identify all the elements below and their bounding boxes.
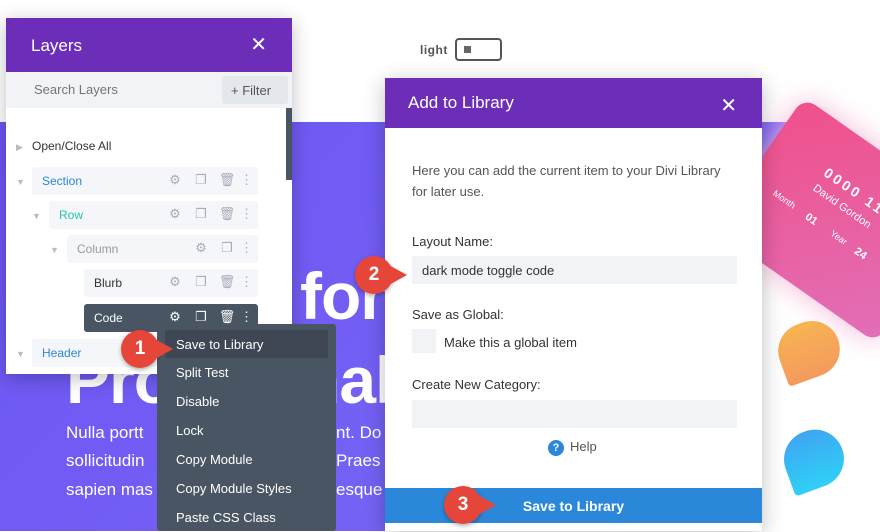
layers-panel: Layers ✕ + Filter ▶ Open/Close All ▼ Sec… — [6, 18, 292, 374]
duplicate-icon[interactable]: ❐ — [188, 172, 214, 188]
decorative-shape — [770, 313, 848, 387]
card-month: 01 — [802, 210, 820, 228]
caret-down-icon[interactable]: ▼ — [50, 245, 59, 255]
hero-text: Praes — [336, 451, 381, 470]
step-badge: 2 — [355, 256, 407, 294]
context-menu: Save to Library Split Test Disable Lock … — [157, 324, 336, 531]
gear-icon[interactable]: ⚙ — [162, 172, 188, 188]
layer-actions: ⚙ ❐ ⋮ — [188, 240, 253, 256]
layer-column[interactable]: Column ⚙ ❐ ⋮ — [67, 235, 258, 263]
duplicate-icon[interactable]: ❐ — [214, 240, 240, 256]
trash-icon[interactable]: 🗑 — [214, 172, 240, 188]
scrollbar[interactable] — [286, 108, 292, 180]
trash-icon[interactable]: 🗑 — [214, 274, 240, 290]
gear-icon[interactable]: ⚙ — [162, 309, 188, 325]
filter-button[interactable]: + Filter — [222, 76, 288, 104]
layer-section[interactable]: Section ⚙ ❐ 🗑 ⋮ — [32, 167, 258, 195]
gear-icon[interactable]: ⚙ — [188, 240, 214, 256]
menu-item-copy-module-styles[interactable]: Copy Module Styles — [157, 474, 336, 503]
global-checkbox[interactable] — [412, 329, 436, 353]
duplicate-icon[interactable]: ❐ — [188, 309, 214, 325]
layer-actions: ⚙ ❐ 🗑 ⋮ — [162, 309, 253, 325]
hero-text: sapien mas — [66, 480, 153, 499]
dark-mode-toggle[interactable] — [455, 38, 502, 61]
layer-label: Section — [42, 174, 83, 188]
layers-header: Layers ✕ — [6, 18, 292, 72]
toggle-knob — [464, 46, 471, 53]
layout-name-label: Layout Name: — [412, 234, 493, 249]
help-icon: ? — [548, 440, 564, 456]
more-icon[interactable]: ⋮ — [240, 172, 253, 188]
menu-item-disable[interactable]: Disable — [157, 387, 336, 416]
layer-actions: ⚙ ❐ 🗑 ⋮ — [162, 206, 253, 222]
step-badge: 1 — [121, 330, 173, 368]
hero-text: sollicitudin — [66, 451, 145, 470]
step-badge: 3 — [444, 486, 496, 524]
open-close-all[interactable]: Open/Close All — [32, 139, 111, 153]
more-icon[interactable]: ⋮ — [240, 309, 253, 325]
menu-item-save-to-library[interactable]: Save to Library — [165, 330, 328, 358]
help-label: Help — [570, 439, 597, 454]
gear-icon[interactable]: ⚙ — [162, 274, 188, 290]
more-icon[interactable]: ⋮ — [240, 274, 253, 290]
category-label: Create New Category: — [412, 377, 541, 392]
menu-item-split-test[interactable]: Split Test — [157, 358, 336, 387]
trash-icon[interactable]: 🗑 — [214, 206, 240, 222]
layout-name-input[interactable] — [412, 256, 737, 284]
close-icon[interactable]: ✕ — [720, 93, 737, 118]
more-icon[interactable]: ⋮ — [240, 206, 253, 222]
add-to-library-modal: Add to Library ✕ Here you can add the cu… — [385, 78, 762, 531]
category-input[interactable] — [412, 400, 737, 428]
card-month-label: Month — [771, 188, 798, 211]
layer-label: Blurb — [94, 276, 123, 290]
decorative-shape — [775, 421, 853, 497]
menu-item-copy-module[interactable]: Copy Module — [157, 445, 336, 474]
card-year-label: Year — [828, 228, 850, 247]
hero-text: nt. Do — [336, 423, 382, 442]
trash-icon[interactable]: 🗑 — [214, 309, 240, 325]
layer-label: Column — [77, 242, 119, 256]
more-icon[interactable]: ⋮ — [240, 240, 253, 256]
modal-title: Add to Library — [408, 93, 514, 112]
layer-row[interactable]: Row ⚙ ❐ 🗑 ⋮ — [49, 201, 258, 229]
menu-item-lock[interactable]: Lock — [157, 416, 336, 445]
global-checkbox-label: Make this a global item — [444, 335, 577, 350]
layers-search-bar: + Filter — [6, 72, 292, 108]
layers-title: Layers — [31, 36, 83, 55]
save-as-global-label: Save as Global: — [412, 307, 504, 322]
caret-down-icon[interactable]: ▼ — [16, 177, 25, 187]
hero-text: esque — [336, 480, 383, 499]
modal-description: Here you can add the current item to you… — [412, 163, 721, 178]
layer-blurb[interactable]: Blurb ⚙ ❐ 🗑 ⋮ — [84, 269, 258, 297]
duplicate-icon[interactable]: ❐ — [188, 206, 214, 222]
save-to-library-button[interactable]: Save to Library — [385, 488, 762, 523]
caret-down-icon[interactable]: ▼ — [32, 211, 41, 221]
layer-actions: ⚙ ❐ 🗑 ⋮ — [162, 274, 253, 290]
modal-header: Add to Library ✕ — [385, 78, 762, 128]
search-layers-input[interactable] — [6, 72, 206, 97]
card-year: 24 — [851, 245, 869, 263]
menu-item-paste-css-class[interactable]: Paste CSS Class — [157, 503, 336, 532]
hero-text: Nulla portt — [66, 423, 144, 442]
help-link[interactable]: ? Help — [548, 439, 597, 456]
layer-label: Row — [59, 208, 84, 222]
layer-label: Code — [94, 311, 123, 325]
layer-actions: ⚙ ❐ 🗑 ⋮ — [162, 172, 253, 188]
toggle-label: light — [420, 43, 448, 57]
modal-description: for later use. — [412, 184, 485, 199]
caret-down-icon[interactable]: ▼ — [16, 349, 25, 359]
close-icon[interactable]: ✕ — [250, 32, 267, 57]
duplicate-icon[interactable]: ❐ — [188, 274, 214, 290]
caret-right-icon[interactable]: ▶ — [16, 142, 23, 153]
layer-label: Header — [42, 346, 82, 360]
gear-icon[interactable]: ⚙ — [162, 206, 188, 222]
